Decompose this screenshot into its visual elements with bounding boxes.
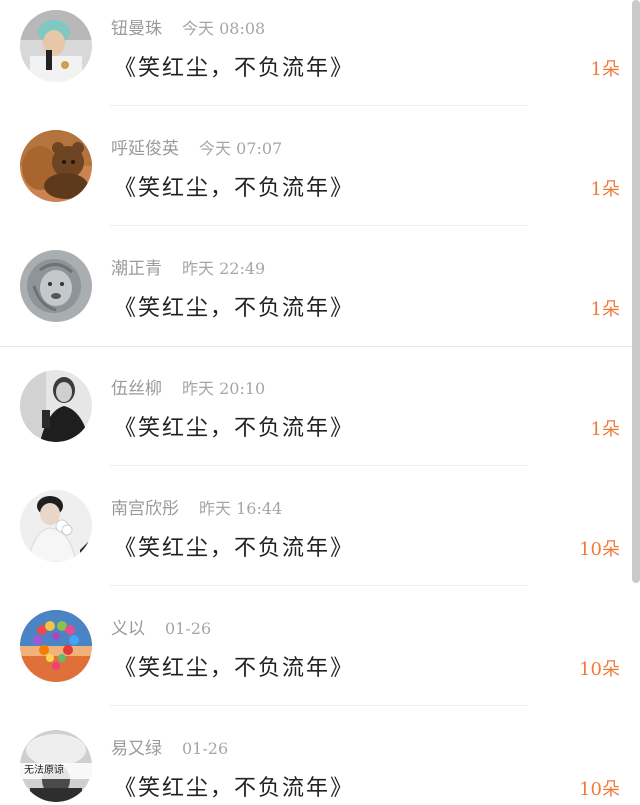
avatar[interactable]: [20, 130, 92, 202]
gift-title: 《笑红尘，不负流年》: [114, 776, 355, 801]
record-meta: 呼延俊英 今天 07:07: [111, 134, 282, 159]
sender-name: 义以: [111, 619, 145, 639]
record-time: 今天 08:08: [182, 19, 266, 38]
record-time: 今天 07:07: [199, 139, 283, 158]
record-meta: 易又绿 01-26: [111, 734, 228, 759]
heart-balloons-avatar-icon: [20, 610, 92, 682]
list-item[interactable]: 义以 01-26 《笑红尘，不负流年》 10朵: [0, 600, 632, 720]
singer-avatar-icon: [20, 10, 92, 82]
gift-title: 《笑红尘，不负流年》: [114, 296, 355, 321]
record-time: 01-26: [165, 619, 212, 638]
sender-name: 南宫欣彤: [111, 499, 179, 519]
flower-count: 10朵: [579, 539, 620, 560]
sender-name: 易又绿: [111, 739, 162, 759]
man-with-flower-avatar-icon: [20, 490, 92, 562]
flower-count: 1朵: [590, 179, 620, 200]
sender-name: 伍丝柳: [111, 379, 162, 399]
avatar-caption: 无法原谅: [20, 763, 92, 779]
flower-count: 10朵: [579, 659, 620, 680]
section-divider: [0, 346, 632, 347]
record-time: 昨天 16:44: [199, 499, 283, 518]
avatar[interactable]: [20, 250, 92, 322]
sender-name: 呼延俊英: [111, 139, 179, 159]
row-divider: [110, 705, 528, 706]
record-meta: 南宫欣彤 昨天 16:44: [111, 494, 282, 519]
gift-title: 《笑红尘，不负流年》: [114, 416, 355, 441]
record-time: 昨天 22:49: [182, 259, 266, 278]
flower-count: 1朵: [590, 299, 620, 320]
gift-title: 《笑红尘，不负流年》: [114, 656, 355, 681]
list-item[interactable]: 伍丝柳 昨天 20:10 《笑红尘，不负流年》 1朵: [0, 360, 632, 480]
list-item[interactable]: 潮正青 昨天 22:49 《笑红尘，不负流年》 1朵: [0, 240, 632, 360]
gift-record-list: 钮曼珠 今天 08:08 《笑红尘，不负流年》 1朵 呼延俊英 今天 07:07 《…: [0, 0, 640, 805]
record-meta: 义以 01-26: [111, 614, 211, 639]
row-divider: [110, 225, 528, 226]
row-divider: [110, 105, 528, 106]
gift-title: 《笑红尘，不负流年》: [114, 536, 355, 561]
record-meta: 伍丝柳 昨天 20:10: [111, 374, 265, 399]
lion-avatar-icon: [20, 250, 92, 322]
flower-count: 1朵: [590, 59, 620, 80]
list-item[interactable]: 呼延俊英 今天 07:07 《笑红尘，不负流年》 1朵: [0, 120, 632, 240]
gift-title: 《笑红尘，不负流年》: [114, 176, 355, 201]
avatar[interactable]: 无法原谅: [20, 730, 92, 802]
record-meta: 潮正青 昨天 22:49: [111, 254, 265, 279]
flower-count: 1朵: [590, 419, 620, 440]
row-divider: [110, 585, 528, 586]
record-time: 昨天 20:10: [182, 379, 266, 398]
teddy-bear-avatar-icon: [20, 130, 92, 202]
sender-name: 潮正青: [111, 259, 162, 279]
list-item[interactable]: 无法原谅 易又绿 01-26 《笑红尘，不负流年》 10朵: [0, 720, 632, 805]
scrollbar[interactable]: [632, 0, 640, 583]
avatar[interactable]: [20, 610, 92, 682]
avatar[interactable]: [20, 10, 92, 82]
list-item[interactable]: 钮曼珠 今天 08:08 《笑红尘，不负流年》 1朵: [0, 0, 632, 120]
list-item[interactable]: 南宫欣彤 昨天 16:44 《笑红尘，不负流年》 10朵: [0, 480, 632, 600]
avatar[interactable]: [20, 490, 92, 562]
flower-count: 10朵: [579, 779, 620, 800]
avatar[interactable]: [20, 370, 92, 442]
dark-portrait-avatar-icon: [20, 370, 92, 442]
record-time: 01-26: [182, 739, 229, 758]
record-meta: 钮曼珠 今天 08:08: [111, 14, 265, 39]
row-divider: [110, 465, 528, 466]
gift-title: 《笑红尘，不负流年》: [114, 56, 355, 81]
sender-name: 钮曼珠: [111, 19, 162, 39]
